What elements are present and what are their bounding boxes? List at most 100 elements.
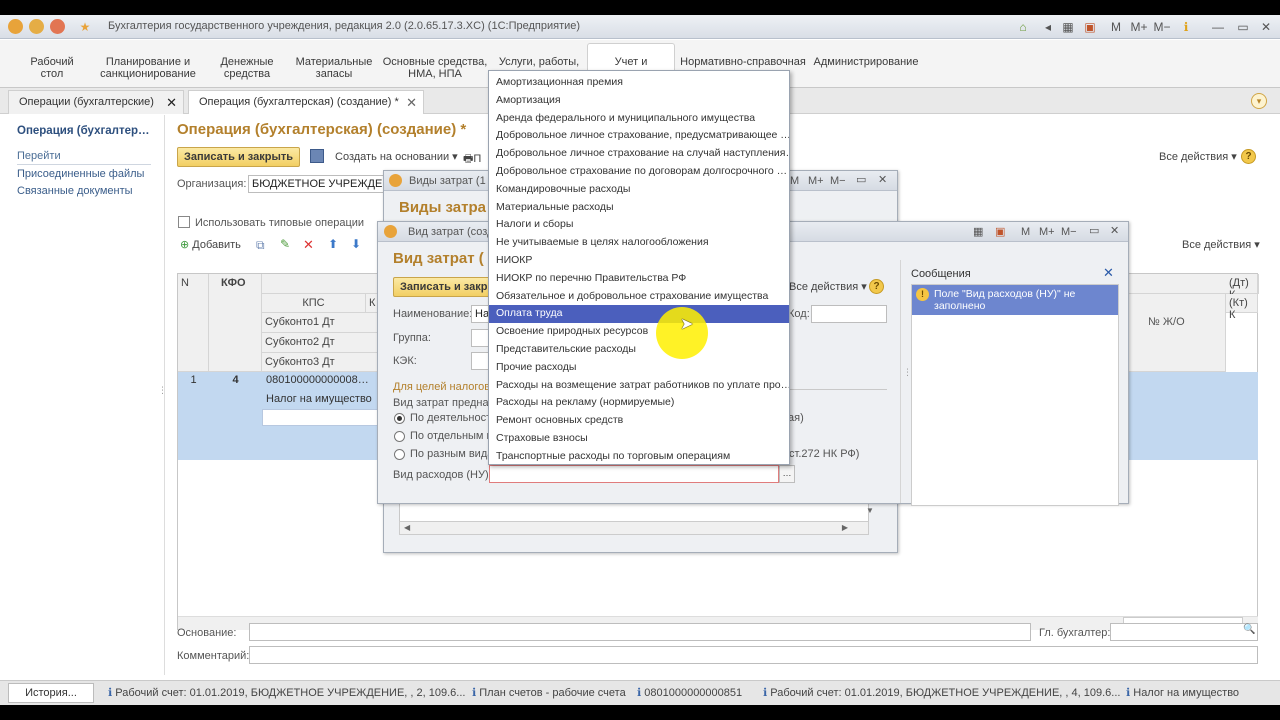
status-item[interactable]: ℹ 0801000000000851 [637,686,742,699]
save-icon[interactable] [310,149,324,163]
col-header-n[interactable]: N [178,274,209,372]
memory-minus-icon[interactable]: M− [1061,226,1077,238]
calculator-icon[interactable]: ▦ [1060,19,1076,35]
section-reference[interactable]: Нормативно-справочная [680,56,806,68]
copy-icon[interactable]: ⧉ [256,238,265,253]
radio-activity[interactable] [394,413,405,424]
close-tab-icon[interactable]: ✕ [406,95,417,111]
dropdown-option[interactable]: Представительские расходы [489,341,789,359]
app-logo-icon[interactable] [8,19,23,34]
tab-operations-list[interactable]: Операции (бухгалтерские) ✕ [8,90,184,114]
dropdown-option[interactable]: НИОКР [489,252,789,270]
star-icon[interactable]: ★ [77,19,93,35]
move-down-icon[interactable]: ⬇ [351,237,361,251]
splitter-handle[interactable]: ⋮ [158,385,167,396]
comment-field[interactable] [249,646,1258,664]
col-header-dt[interactable]: (Дт) К [1226,274,1258,301]
dropdown-option[interactable]: Налоги и сборы [489,216,789,234]
status-item[interactable]: ℹ План счетов - рабочие счета [472,686,626,699]
create-based-button[interactable]: Создать на основании ▾ [335,150,458,163]
add-button[interactable]: ⊕ Добавить [180,238,241,251]
info-icon[interactable]: ℹ [1178,19,1194,35]
print-button[interactable]: 🖶П [463,150,481,169]
nu-expense-field[interactable] [489,465,779,483]
col-header-sub2[interactable]: Субконто2 Дт [262,333,386,353]
tabs-dropdown-icon[interactable]: ▾ [1251,93,1267,109]
memory-plus-icon[interactable]: M+ [1128,19,1150,35]
move-up-icon[interactable]: ⬆ [328,237,338,251]
memory-plus-icon[interactable]: M+ [808,175,824,187]
memory-icon[interactable]: M [790,175,799,187]
dropdown-option[interactable]: Расходы на рекламу (нормируемые) [489,394,789,412]
section-desktop[interactable]: Рабочий стол [22,56,82,80]
dropdown-option[interactable]: Прочие расходы [489,359,789,377]
close-app-icon[interactable] [50,19,65,34]
section-accounting[interactable]: Учет и [595,56,667,68]
calendar-icon[interactable]: ▣ [1082,19,1098,35]
splitter-handle[interactable]: ⋮ [903,367,912,378]
col-header-journal[interactable]: № Ж/О [1148,316,1185,328]
radio-separate[interactable] [394,431,405,442]
col-header-kps[interactable]: КПС [262,294,366,313]
col-header-sub3[interactable]: Субконто3 Дт [262,353,386,372]
left-panel-title[interactable]: Операция (бухгалтер… [17,125,150,137]
dropdown-option[interactable]: Транспортные расходы по торговым операци… [489,448,789,466]
memory-plus-icon[interactable]: M+ [1039,226,1055,238]
edit-icon[interactable]: ✎ [280,237,290,251]
help-icon[interactable]: ? [1241,149,1256,164]
close-messages-icon[interactable]: ✕ [1103,265,1114,281]
all-actions-grid-button[interactable]: Все действия ▾ [1182,238,1260,251]
scroll-down-icon[interactable]: ▼ [866,506,874,515]
section-services[interactable]: Услуги, работы, [494,56,584,68]
message-item[interactable]: ! Поле "Вид расходов (НУ)" не заполнено [912,285,1118,315]
help-icon[interactable]: ? [869,279,884,294]
all-actions-button[interactable]: Все действия ▾ [789,280,867,293]
memory-icon[interactable]: M [1108,19,1124,35]
col-header-kfo[interactable]: КФО [209,274,262,372]
dropdown-option[interactable]: Командировочные расходы [489,181,789,199]
home-icon[interactable]: ⌂ [1015,19,1031,35]
close-icon[interactable]: ✕ [1258,19,1274,35]
maximize-icon[interactable]: ▭ [1089,224,1099,237]
dropdown-option[interactable]: Расходы на возмещение затрат работников … [489,377,789,395]
dropdown-option[interactable]: Ремонт основных средств [489,412,789,430]
menu-icon[interactable] [29,19,44,34]
dropdown-option[interactable]: Страховые взносы [489,430,789,448]
col-header-kt[interactable]: (Кт) К [1226,294,1258,321]
minimize-icon[interactable]: — [1210,19,1226,35]
calculator-icon[interactable]: ▦ [973,225,983,238]
status-item[interactable]: ℹ Налог на имущество [1126,686,1239,699]
dropdown-option[interactable]: Амортизация [489,92,789,110]
section-money[interactable]: Денежные средства [212,56,282,80]
save-close-button[interactable]: Записать и закрыть [177,147,301,167]
all-actions-button[interactable]: Все действия ▾ [1159,150,1237,163]
code-field[interactable] [811,305,887,323]
dropdown-option[interactable]: Материальные расходы [489,199,789,217]
attached-files-link[interactable]: Присоединенные файлы [17,168,144,180]
chief-accountant-field[interactable] [1110,623,1258,641]
maximize-icon[interactable]: ▭ [1235,19,1251,35]
col-header-sub1[interactable]: Субконто1 Дт [262,313,386,333]
dropdown-option[interactable]: Обязательное и добровольное страхование … [489,288,789,306]
calendar-icon[interactable]: ▣ [995,225,1005,238]
section-fixed-assets[interactable]: Основные средства, НМА, НПА [382,56,488,80]
section-materials[interactable]: Материальные запасы [290,56,378,80]
tab-operation-create[interactable]: Операция (бухгалтерская) (создание) * ✕ [188,90,424,114]
basis-field[interactable] [249,623,1031,641]
delete-icon[interactable]: ✕ [303,237,314,253]
section-planning[interactable]: Планирование и санкционирование [98,56,198,80]
memory-minus-icon[interactable]: M− [830,175,846,187]
dropdown-option[interactable]: Аренда федерального и муниципального иму… [489,110,789,128]
dropdown-option[interactable]: Добровольное страхование по договорам до… [489,163,789,181]
dropdown-option[interactable]: Добровольное личное страхование на случа… [489,145,789,163]
history-button[interactable]: История... [8,683,94,703]
related-docs-link[interactable]: Связанные документы [17,185,133,197]
typical-ops-checkbox[interactable] [178,216,190,228]
close-tab-icon[interactable]: ✕ [166,95,177,111]
dropdown-option[interactable]: Освоение природных ресурсов [489,323,789,341]
close-icon[interactable]: ✕ [1110,224,1119,237]
status-item[interactable]: ℹ Рабочий счет: 01.01.2019, БЮДЖЕТНОЕ УЧ… [763,686,1120,699]
section-admin[interactable]: Администрирование [812,56,920,68]
memory-minus-icon[interactable]: M− [1151,19,1173,35]
expense-type-dropdown[interactable]: Амортизационная премия Амортизация Аренда … [488,70,790,465]
